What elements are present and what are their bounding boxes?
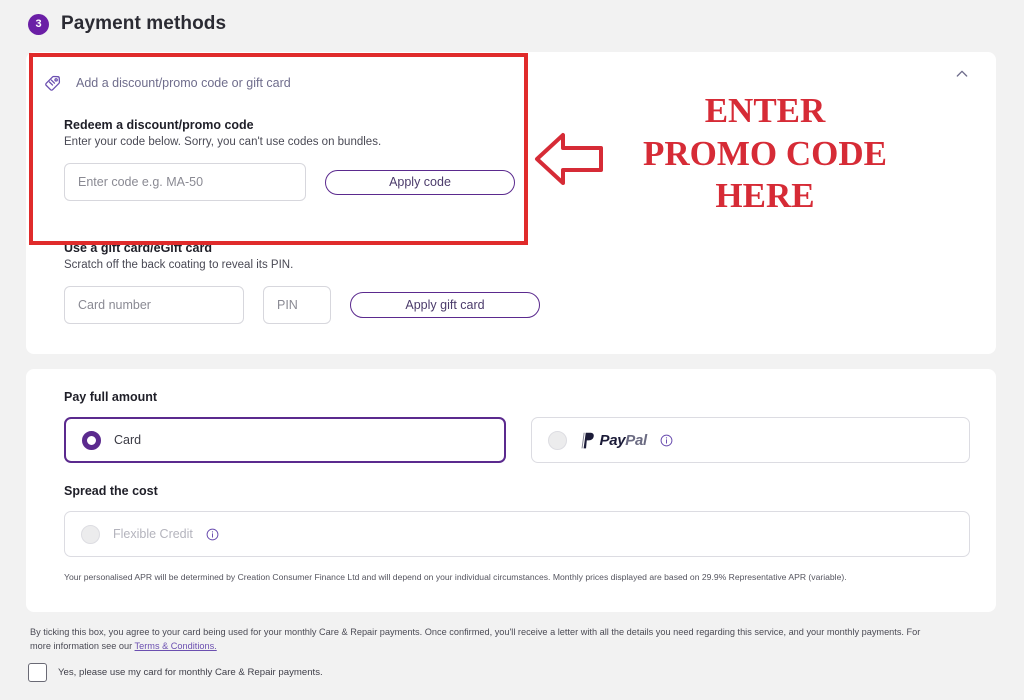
pay-full-options-row: Card PayPal [26, 417, 996, 463]
paypal-info-icon[interactable] [660, 434, 673, 447]
spread-cost-options-row: Flexible Credit [26, 511, 996, 557]
step-number-badge: 3 [28, 13, 49, 35]
discount-tag-icon [42, 72, 64, 94]
consent-row: Yes, please use my card for monthly Care… [0, 654, 1024, 682]
consent-checkbox-label: Yes, please use my card for monthly Care… [58, 666, 323, 678]
radio-unselected-icon[interactable] [547, 430, 567, 450]
gift-card-pin-input[interactable]: PIN [263, 286, 331, 324]
promo-accordion-label: Add a discount/promo code or gift card [76, 76, 291, 90]
payment-options-card: Pay full amount Card PayPal Spread the c… [26, 369, 996, 612]
pay-full-amount-title: Pay full amount [64, 390, 158, 404]
payment-option-card-label: Card [114, 433, 142, 447]
radio-unselected-icon[interactable] [81, 524, 100, 544]
redeem-promo-title: Redeem a discount/promo code [64, 118, 254, 132]
spread-the-cost-title: Spread the cost [64, 484, 158, 498]
gift-card-row: Card number PIN Apply gift card [64, 286, 996, 324]
paypal-wordmark-pay: Pay [599, 431, 626, 449]
card-consent-disclaimer: By ticking this box, you agree to your c… [0, 612, 1024, 654]
payment-option-flexible-credit-label: Flexible Credit [113, 527, 193, 541]
gift-card-section: Use a gift card/eGift card Scratch off t… [26, 201, 996, 324]
gift-card-number-input[interactable]: Card number [64, 286, 244, 324]
payment-option-paypal[interactable]: PayPal [530, 417, 970, 463]
paypal-wordmark-pal: Pal [625, 431, 647, 449]
redeem-promo-section: Redeem a discount/promo code Enter your … [26, 96, 996, 201]
apr-disclaimer: Your personalised APR will be determined… [64, 572, 847, 582]
apply-gift-card-button[interactable]: Apply gift card [350, 292, 540, 318]
terms-and-conditions-link[interactable]: Terms & Conditions. [135, 641, 217, 651]
promo-accordion-header[interactable]: Add a discount/promo code or gift card [26, 52, 996, 96]
radio-selected-icon[interactable] [82, 430, 101, 450]
gift-card-title: Use a gift card/eGift card [64, 241, 212, 255]
payment-option-flexible-credit[interactable]: Flexible Credit [64, 511, 970, 557]
redeem-promo-subtitle: Enter your code below. Sorry, you can't … [64, 136, 382, 148]
paypal-logo-icon: PayPal [580, 432, 647, 449]
consent-checkbox[interactable] [28, 662, 47, 682]
page-title: Payment methods [61, 13, 227, 34]
chevron-up-icon[interactable] [954, 66, 970, 82]
promo-code-row: Enter code e.g. MA-50 Apply code [64, 163, 996, 201]
gift-card-subtitle: Scratch off the back coating to reveal i… [64, 259, 294, 271]
step-header: 3 Payment methods [0, 0, 1024, 40]
discount-promo-card: Add a discount/promo code or gift card R… [26, 52, 996, 354]
flexible-credit-info-icon[interactable] [206, 528, 219, 541]
promo-code-input[interactable]: Enter code e.g. MA-50 [64, 163, 306, 201]
payment-option-card[interactable]: Card [64, 417, 506, 463]
apply-code-button[interactable]: Apply code [325, 169, 515, 195]
